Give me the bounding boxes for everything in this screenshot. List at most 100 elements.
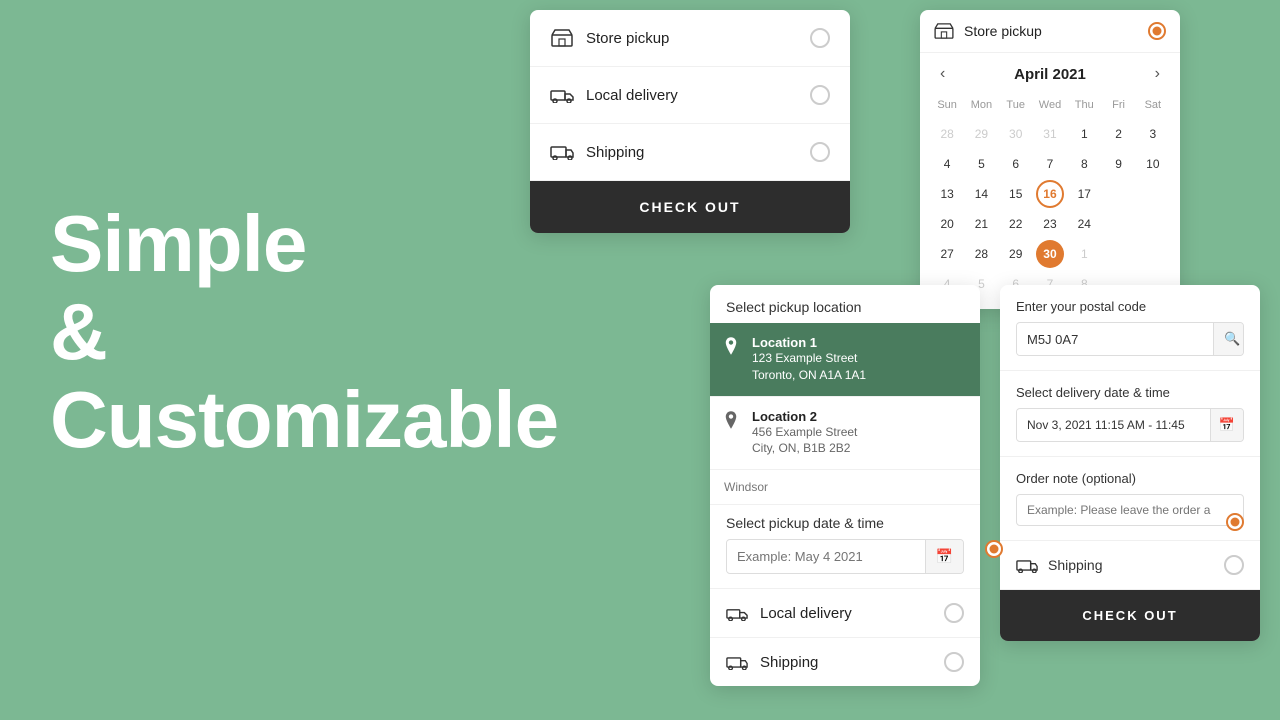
cal-day[interactable]: 24 xyxy=(1070,210,1098,238)
local-delivery-mini-radio[interactable] xyxy=(944,603,964,623)
delivery-date-input-row: 📅 xyxy=(1016,408,1244,442)
cal-day[interactable]: 31 xyxy=(1036,120,1064,148)
cal-day xyxy=(1139,180,1167,208)
cal-day[interactable]: 1 xyxy=(1070,120,1098,148)
hero-line2: & xyxy=(50,288,558,376)
shipping-detail-radio[interactable] xyxy=(1224,555,1244,575)
weekday-tue: Tue xyxy=(999,95,1033,115)
postal-search-button[interactable]: 🔍 xyxy=(1213,323,1244,355)
cal-day[interactable]: 30 xyxy=(1002,120,1030,148)
store-pickup-label: Store pickup xyxy=(586,30,669,47)
local-delivery-option[interactable]: Local delivery xyxy=(530,67,850,124)
weekday-wed: Wed xyxy=(1033,95,1067,115)
order-note-input[interactable] xyxy=(1016,494,1244,526)
cal-day[interactable]: 2 xyxy=(1105,120,1133,148)
cal-day-30[interactable]: 30 xyxy=(1036,240,1064,268)
cal-day xyxy=(1139,210,1167,238)
calendar-store-label: Store pickup xyxy=(964,23,1042,39)
weekday-sat: Sat xyxy=(1136,95,1170,115)
pickup-date-section: Select pickup date & time 📅 xyxy=(710,504,980,588)
shipping-icon-mini xyxy=(726,655,748,670)
calendar-icon[interactable]: 📅 xyxy=(925,540,963,573)
shipping-radio[interactable] xyxy=(810,142,830,162)
cal-day[interactable]: 3 xyxy=(1139,120,1167,148)
shipping-label: Shipping xyxy=(586,144,644,161)
postal-input-row: 🔍 xyxy=(1016,322,1244,356)
location-2[interactable]: Location 2 456 Example Street City, ON, … xyxy=(710,397,980,471)
date-input-row: 📅 xyxy=(726,539,964,574)
location-2-name: Location 2 xyxy=(752,409,857,424)
delivery-date-label: Select delivery date & time xyxy=(1016,385,1244,400)
hero-text: Simple & Customizable xyxy=(50,200,558,464)
location-more: Windsor xyxy=(710,470,980,504)
cal-day xyxy=(1105,180,1133,208)
local-delivery-mini-label: Local delivery xyxy=(760,605,852,622)
next-month-button[interactable]: › xyxy=(1149,63,1166,85)
cal-day[interactable]: 28 xyxy=(933,120,961,148)
detail-panel: Enter your postal code 🔍 Select delivery… xyxy=(1000,285,1260,641)
date-input[interactable] xyxy=(727,541,925,572)
cal-day[interactable]: 5 xyxy=(967,150,995,178)
store-pickup-radio[interactable] xyxy=(810,28,830,48)
local-delivery-label: Local delivery xyxy=(586,87,678,104)
cal-day[interactable]: 29 xyxy=(1002,240,1030,268)
local-delivery-icon xyxy=(550,85,574,105)
cal-day[interactable]: 15 xyxy=(1002,180,1030,208)
calendar-panel: Store pickup ‹ April 2021 › Sun Mon Tue … xyxy=(920,10,1180,309)
weekday-headers: Sun Mon Tue Wed Thu Fri Sat xyxy=(930,95,1170,115)
cal-day[interactable]: 8 xyxy=(1070,150,1098,178)
cal-day[interactable]: 10 xyxy=(1139,150,1167,178)
cal-day[interactable]: 1 xyxy=(1070,240,1098,268)
cal-day[interactable]: 17 xyxy=(1070,180,1098,208)
location-pin-icon-2 xyxy=(724,411,742,429)
shipping-mini-radio[interactable] xyxy=(944,652,964,672)
cal-day[interactable]: 28 xyxy=(967,240,995,268)
local-delivery-mini[interactable]: Local delivery xyxy=(710,588,980,637)
delivery-date-icon[interactable]: 📅 xyxy=(1210,409,1243,441)
prev-month-button[interactable]: ‹ xyxy=(934,63,951,85)
location-panel: Select pickup location Location 1 123 Ex… xyxy=(710,285,980,686)
cal-day[interactable]: 27 xyxy=(933,240,961,268)
weekday-mon: Mon xyxy=(964,95,998,115)
cal-day[interactable]: 13 xyxy=(933,180,961,208)
postal-section: Enter your postal code 🔍 xyxy=(1000,285,1260,371)
delivery-date-section: Select delivery date & time 📅 xyxy=(1000,371,1260,457)
cal-day[interactable]: 14 xyxy=(967,180,995,208)
cal-day[interactable]: 7 xyxy=(1036,150,1064,178)
weekday-thu: Thu xyxy=(1067,95,1101,115)
shipping-detail-label: Shipping xyxy=(1048,557,1103,573)
cal-day-16[interactable]: 16 xyxy=(1036,180,1064,208)
store-pickup-option[interactable]: Store pickup xyxy=(530,10,850,67)
month-title: April 2021 xyxy=(1014,66,1086,83)
store-selected-radio[interactable] xyxy=(1148,22,1166,40)
cal-day xyxy=(1105,210,1133,238)
postal-input[interactable] xyxy=(1017,324,1213,355)
cal-day[interactable]: 21 xyxy=(967,210,995,238)
shipping-option[interactable]: Shipping xyxy=(530,124,850,181)
hero-line3: Customizable xyxy=(50,376,558,464)
calendar-days: 28 29 30 31 1 2 3 4 5 6 7 8 9 10 13 14 1… xyxy=(930,119,1170,299)
delivery-date-field[interactable] xyxy=(1017,410,1210,440)
cal-day[interactable]: 4 xyxy=(933,150,961,178)
shipping-row[interactable]: Shipping xyxy=(1000,541,1260,590)
location-1-city: Toronto, ON A1A 1A1 xyxy=(752,367,866,384)
shipping-mini[interactable]: Shipping xyxy=(710,637,980,686)
store-pickup-selected-radio[interactable] xyxy=(1226,513,1244,531)
location-1[interactable]: Location 1 123 Example Street Toronto, O… xyxy=(710,323,980,397)
cal-day[interactable]: 29 xyxy=(967,120,995,148)
checkout-button-2[interactable]: CHECK OUT xyxy=(1000,590,1260,641)
local-delivery-radio[interactable] xyxy=(810,85,830,105)
cal-day[interactable]: 22 xyxy=(1002,210,1030,238)
weekday-fri: Fri xyxy=(1101,95,1135,115)
cal-day[interactable]: 6 xyxy=(1002,150,1030,178)
local-delivery-icon-mini xyxy=(726,606,748,621)
cal-day[interactable]: 20 xyxy=(933,210,961,238)
calendar-header: Store pickup xyxy=(920,10,1180,53)
checkout-button-1[interactable]: CHECK OUT xyxy=(530,181,850,233)
month-nav: ‹ April 2021 › xyxy=(920,53,1180,95)
cal-day[interactable]: 9 xyxy=(1105,150,1133,178)
location-pin-icon xyxy=(724,337,742,355)
shipping-icon-detail xyxy=(1016,558,1038,573)
cal-day[interactable]: 23 xyxy=(1036,210,1064,238)
panel3-store-radio[interactable] xyxy=(985,540,1005,560)
